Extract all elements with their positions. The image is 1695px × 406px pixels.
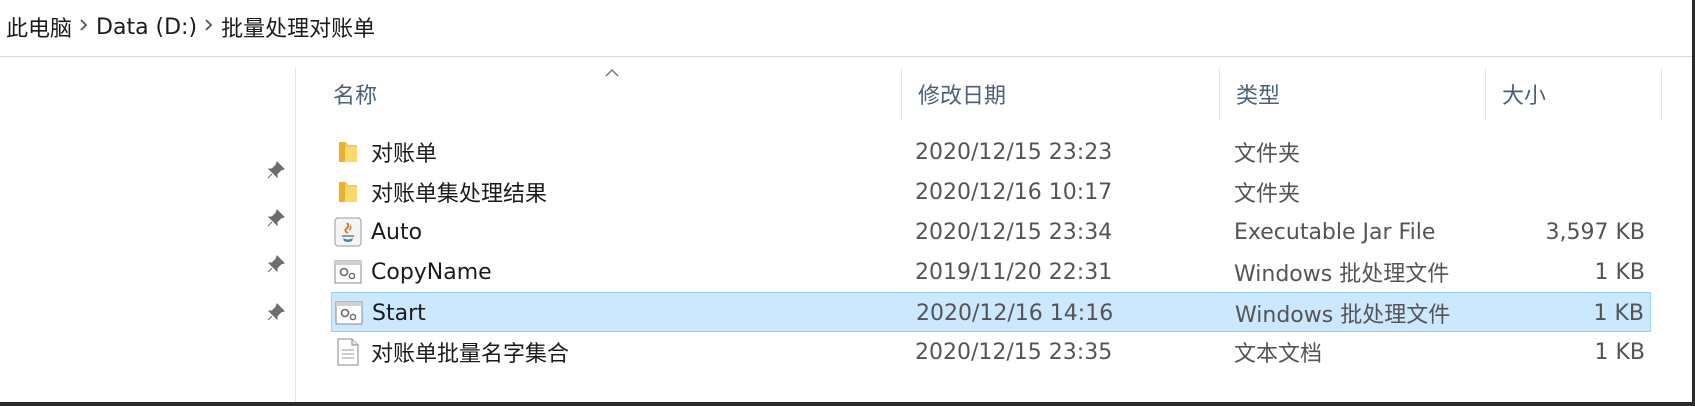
breadcrumb-this-pc[interactable]: 此电脑 (6, 11, 72, 43)
file-row-auto-jar[interactable]: Auto 2020/12/15 23:34 Executable Jar Fil… (331, 212, 1651, 252)
file-name[interactable]: Auto (371, 212, 422, 252)
chevron-right-icon[interactable] (197, 18, 221, 36)
file-name[interactable]: 对账单 (371, 132, 437, 172)
navigation-pane[interactable] (0, 68, 296, 402)
file-row-folder-results[interactable]: 对账单集处理结果 2020/12/16 10:17 文件夹 (331, 172, 1651, 212)
file-size: 3,597 KB (1545, 219, 1646, 245)
pin-icon[interactable] (266, 208, 286, 228)
file-date-modified: 2020/12/15 23:23 (915, 139, 1113, 165)
file-size: 1 KB (1594, 259, 1645, 285)
batch-file-icon (333, 252, 363, 292)
chevron-right-icon[interactable] (72, 18, 96, 36)
file-row-folder-statements[interactable]: 对账单 2020/12/15 23:23 文件夹 (331, 132, 1651, 172)
file-name[interactable]: 对账单集处理结果 (371, 172, 547, 212)
file-type: 文件夹 (1234, 182, 1301, 207)
folder-icon (333, 172, 363, 212)
pin-icon[interactable] (266, 254, 286, 274)
file-type: 文件夹 (1234, 142, 1301, 167)
text-document-icon (333, 332, 363, 372)
file-date-modified: 2019/11/20 22:31 (915, 259, 1113, 285)
breadcrumb-data-drive[interactable]: Data (D:) (96, 15, 197, 40)
breadcrumb: 此电脑 Data (D:) 批量处理对账单 (0, 11, 375, 43)
file-date-modified: 2020/12/16 14:16 (916, 300, 1114, 326)
column-header: 名称 修改日期 类型 大小 (296, 68, 1662, 124)
file-size (1485, 172, 1645, 212)
column-header-date-modified[interactable]: 修改日期 (902, 68, 1220, 120)
address-bar[interactable]: 此电脑 Data (D:) 批量处理对账单 (0, 0, 1692, 57)
file-type: Executable Jar File (1234, 219, 1436, 245)
file-size: 1 KB (1594, 339, 1645, 365)
file-row-copyname-bat[interactable]: CopyName 2019/11/20 22:31 Windows 批处理文件 … (331, 252, 1651, 292)
folder-icon (333, 132, 363, 172)
breadcrumb-current-folder[interactable]: 批量处理对账单 (221, 11, 375, 43)
file-date-modified: 2020/12/15 23:34 (915, 219, 1113, 245)
file-date-modified: 2020/12/15 23:35 (915, 339, 1113, 365)
file-name[interactable]: Start (372, 293, 426, 333)
window-border (0, 402, 1695, 406)
file-row-start-bat[interactable]: Start 2020/12/16 14:16 Windows 批处理文件 1 K… (331, 292, 1651, 332)
column-header-type[interactable]: 类型 (1220, 68, 1486, 120)
file-type: 文本文档 (1234, 342, 1323, 367)
pin-icon[interactable] (266, 160, 286, 180)
file-type: Windows 批处理文件 (1235, 303, 1451, 328)
file-date-modified: 2020/12/16 10:17 (915, 179, 1113, 205)
file-name[interactable]: 对账单批量名字集合 (371, 332, 569, 372)
file-name[interactable]: CopyName (371, 252, 492, 292)
file-size (1485, 132, 1645, 172)
file-size: 1 KB (1593, 300, 1644, 326)
java-jar-icon (333, 212, 363, 252)
pin-icon[interactable] (266, 302, 286, 322)
file-type: Windows 批处理文件 (1234, 262, 1450, 287)
batch-file-icon (334, 293, 364, 333)
column-header-name[interactable]: 名称 (296, 68, 902, 120)
column-header-size[interactable]: 大小 (1486, 68, 1662, 120)
file-row-names-txt[interactable]: 对账单批量名字集合 2020/12/15 23:35 文本文档 1 KB (331, 332, 1651, 372)
